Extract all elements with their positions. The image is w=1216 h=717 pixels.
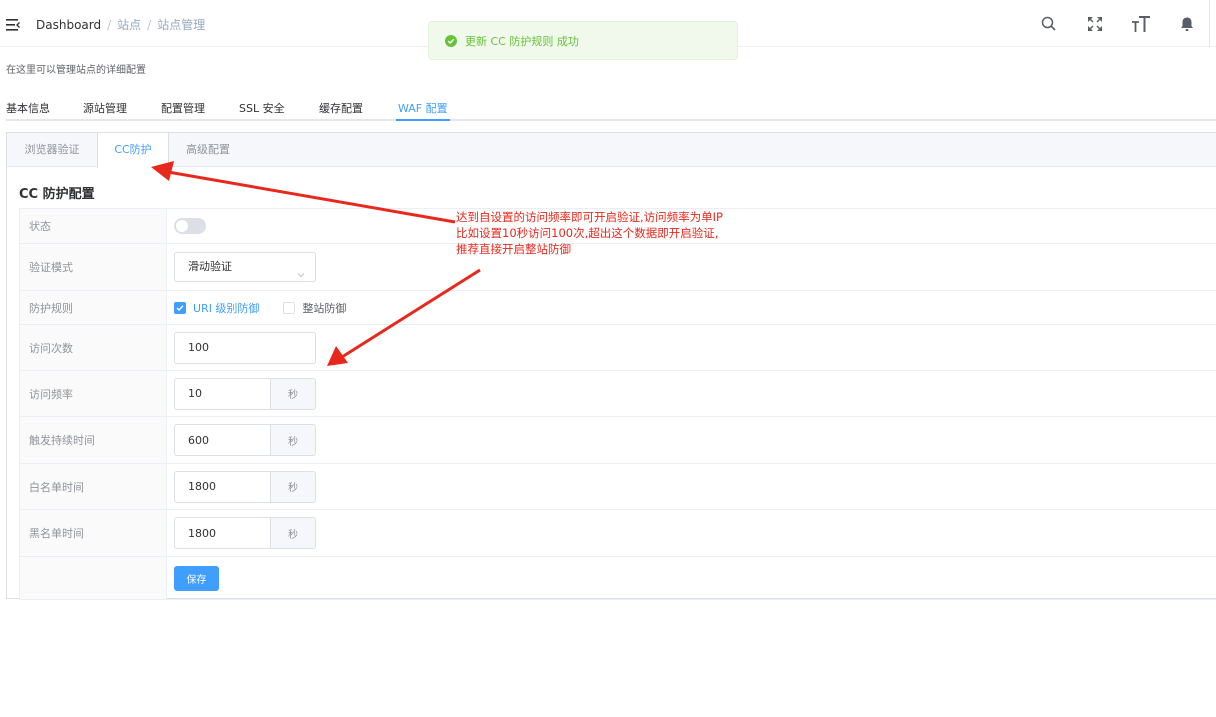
success-toast: 更新 CC 防护规则 成功 [428,21,738,60]
navbar-divider [1209,0,1210,47]
tab-waf[interactable]: WAF 配置 [398,100,448,116]
section-title: CC 防护配置 [19,187,95,202]
cc-config-form: 状态 验证模式 滑动验证 防护规则 URI 级别防御 整站防御 访问次数 100… [19,208,1216,600]
checkbox-checked-icon [174,301,186,314]
field-label: 黑名单时间 [20,510,167,556]
active-tab-indicator [396,119,450,121]
breadcrumb-sites[interactable]: 站点 [117,18,141,32]
form-row-actions: 保存 [20,557,1216,600]
form-row-frequency: 访问频率 秒 [20,371,1216,417]
annotation-line: 达到自设置的访问频率即可开启验证,访问频率为单IP [456,210,723,224]
form-row-trigger: 触发持续时间 秒 [20,417,1216,464]
font-size-icon[interactable] [1118,0,1164,47]
unit-seconds: 秒 [270,517,316,549]
save-button[interactable]: 保存 [174,565,219,591]
breadcrumb: Dashboard / 站点 / 站点管理 [36,17,205,33]
checkbox-label: 整站防御 [302,301,347,315]
tab-config[interactable]: 配置管理 [161,100,205,116]
tab-cc-protect[interactable]: CC防护 [97,133,169,168]
breadcrumb-separator: / [147,18,152,32]
trigger-input-group: 秒 [174,424,316,456]
unit-seconds: 秒 [270,424,316,456]
visits-input[interactable] [174,331,316,364]
select-value: 滑动验证 [188,260,232,273]
fullscreen-icon[interactable] [1072,0,1118,47]
sub-tabs: 浏览器验证 CC防护 高级配置 [7,133,1216,168]
blacklist-input-group: 秒 [174,517,316,549]
field-label: 触发持续时间 [20,417,167,463]
hamburger-menu-icon[interactable] [6,19,20,31]
search-icon[interactable] [1026,0,1072,47]
toast-message: 更新 CC 防护规则 成功 [465,34,579,48]
trigger-duration-input[interactable] [174,424,270,456]
frequency-input[interactable] [174,377,270,410]
form-row-whitelist: 白名单时间 秒 [20,464,1216,510]
tab-advanced[interactable]: 高级配置 [169,133,247,167]
field-label: 白名单时间 [20,464,167,509]
field-label: 状态 [20,209,167,243]
check-circle-icon [445,34,457,47]
whitelist-time-input[interactable] [174,470,270,503]
blacklist-time-input[interactable] [174,517,270,549]
form-row-blacklist: 黑名单时间 秒 [20,510,1216,557]
frequency-input-group: 秒 [174,377,316,410]
unit-seconds: 秒 [270,470,316,503]
chevron-down-icon [297,262,305,278]
field-label: 验证模式 [20,244,167,290]
breadcrumb-separator: / [107,18,112,32]
annotation-text: 达到自设置的访问频率即可开启验证,访问频率为单IP 比如设置10秒访问100次,… [456,209,723,257]
rule-checkbox-group: URI 级别防御 整站防御 [174,300,370,316]
page-description: 在这里可以管理站点的详细配置 [6,65,146,76]
field-label: 访问频率 [20,371,167,416]
field-label: 访问次数 [20,325,167,370]
navbar-actions [1026,0,1210,47]
tab-browser-verify[interactable]: 浏览器验证 [7,133,97,167]
full-site-checkbox[interactable]: 整站防御 [283,300,346,316]
tab-basic-info[interactable]: 基本信息 [6,100,50,116]
whitelist-input-group: 秒 [174,470,316,503]
top-tabs: 基本信息 源站管理 配置管理 SSL 安全 缓存配置 WAF 配置 [6,90,1216,121]
breadcrumb-dashboard[interactable]: Dashboard [36,18,101,32]
empty-label [20,557,167,599]
status-switch[interactable] [174,218,206,234]
tab-ssl[interactable]: SSL 安全 [239,100,285,116]
annotation-line: 推荐直接开启整站防御 [456,242,571,256]
unit-seconds: 秒 [270,377,316,410]
bell-icon[interactable] [1164,0,1210,47]
waf-card: 浏览器验证 CC防护 高级配置 CC 防护配置 状态 验证模式 滑动验证 防护规… [6,132,1216,600]
form-row-rule: 防护规则 URI 级别防御 整站防御 [20,291,1216,325]
form-row-visits: 访问次数 [20,325,1216,371]
breadcrumb-site-manage: 站点管理 [157,18,206,32]
checkbox-empty-icon [283,301,296,314]
verify-mode-select[interactable]: 滑动验证 [174,252,316,282]
annotation-line: 比如设置10秒访问100次,超出这个数据即开启验证, [456,226,719,240]
field-label: 防护规则 [20,291,167,324]
tab-cache[interactable]: 缓存配置 [319,100,363,116]
uri-level-checkbox[interactable]: URI 级别防御 [174,300,259,316]
checkbox-label: URI 级别防御 [193,301,260,315]
tab-origin[interactable]: 源站管理 [83,100,127,116]
